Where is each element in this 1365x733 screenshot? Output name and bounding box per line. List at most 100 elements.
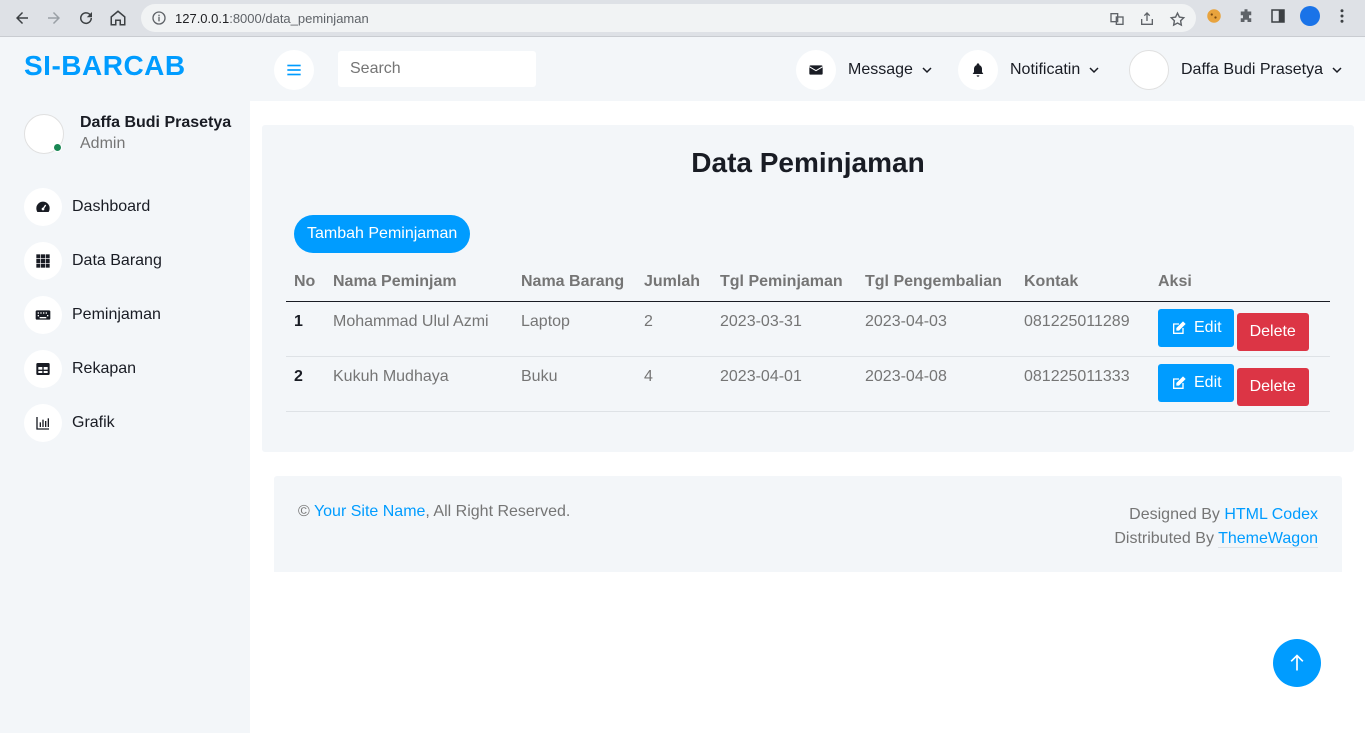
- translate-icon[interactable]: [1108, 10, 1126, 28]
- cell-aksi: Edit Delete: [1150, 301, 1330, 357]
- url-host: 127.0.0.1: [175, 10, 230, 26]
- sidebar-user: Daffa Budi Prasetya Admin: [24, 113, 231, 155]
- table-icon: [24, 350, 62, 388]
- extensions-puzzle-icon[interactable]: [1236, 6, 1256, 26]
- sidebar-item-rekapan[interactable]: Rekapan: [24, 349, 162, 389]
- url-path: :8000/data_peminjaman: [229, 10, 369, 26]
- menu-kebab-icon[interactable]: [1332, 6, 1352, 26]
- sidebar-toggle-button[interactable]: [274, 50, 314, 90]
- address-bar[interactable]: 127.0.0.1:8000/data_peminjaman: [141, 4, 1196, 32]
- avatar: [24, 114, 64, 154]
- sidebar-item-label: Rekapan: [72, 360, 137, 377]
- cell-tgl-pengembalian: 2023-04-08: [857, 356, 1016, 412]
- chevron-down-icon: [921, 64, 933, 76]
- sidebar-item-grafik[interactable]: Grafik: [24, 403, 162, 443]
- sidebar-item-label: Dashboard: [72, 198, 151, 215]
- share-icon[interactable]: [1138, 10, 1156, 28]
- table-row: 1 Mohammad Ulul Azmi Laptop 2 2023-03-31…: [286, 301, 1330, 357]
- copyright-symbol: ©: [298, 503, 310, 520]
- cookie-extension-icon[interactable]: [1204, 6, 1224, 26]
- back-to-top-button[interactable]: [1273, 639, 1321, 687]
- profile-name: Daffa Budi Prasetya: [1181, 61, 1324, 78]
- peminjaman-table: No Nama Peminjam Nama Barang Jumlah Tgl …: [286, 263, 1330, 412]
- user-name: Daffa Budi Prasetya: [80, 114, 232, 131]
- home-icon[interactable]: [102, 2, 134, 34]
- sidebar-item-dashboard[interactable]: Dashboard: [24, 187, 162, 227]
- cell-no: 1: [286, 301, 325, 357]
- cell-kontak: 081225011333: [1016, 356, 1150, 412]
- distributed-by-text: Distributed By: [1114, 530, 1214, 547]
- chevron-down-icon: [1331, 64, 1343, 76]
- footer-copyright: © Your Site Name, All Right Reserved.: [298, 503, 570, 521]
- page-title: Data Peminjaman: [691, 147, 925, 178]
- sidebar-menu: Dashboard Data Barang Peminjaman Rekapan…: [24, 187, 162, 457]
- search-input[interactable]: [338, 51, 536, 87]
- cell-jumlah: 2: [636, 301, 712, 357]
- profile-dropdown[interactable]: Daffa Budi Prasetya: [1129, 50, 1343, 90]
- rights-text: , All Right Reserved.: [425, 503, 571, 520]
- column-header: Aksi: [1150, 263, 1330, 302]
- footer-credits: Designed By HTML Codex Distributed By Th…: [1114, 503, 1318, 551]
- bell-icon: [958, 50, 998, 90]
- brand-logo[interactable]: SI-BARCAB: [24, 50, 186, 82]
- back-icon[interactable]: [6, 2, 38, 34]
- add-peminjaman-button[interactable]: Tambah Peminjaman: [294, 215, 471, 253]
- reload-icon[interactable]: [70, 2, 102, 34]
- avatar: [1129, 50, 1169, 90]
- column-header: Tgl Pengembalian: [857, 263, 1016, 302]
- chevron-down-icon: [1088, 64, 1100, 76]
- sidebar-item-data-barang[interactable]: Data Barang: [24, 241, 162, 281]
- table-header-row: No Nama Peminjam Nama Barang Jumlah Tgl …: [286, 263, 1330, 302]
- cell-kontak: 081225011289: [1016, 301, 1150, 357]
- column-header: Tgl Peminjaman: [712, 263, 857, 302]
- arrow-up-icon: [1290, 654, 1304, 671]
- site-name-link[interactable]: Your Site Name: [314, 503, 425, 520]
- notification-dropdown[interactable]: Notificatin: [958, 50, 1100, 90]
- edit-label: Edit: [1194, 373, 1222, 391]
- cell-tgl-pengembalian: 2023-04-03: [857, 301, 1016, 357]
- user-role: Admin: [80, 135, 126, 152]
- delete-button[interactable]: Delete: [1236, 312, 1309, 351]
- cell-nama-barang: Buku: [513, 356, 636, 412]
- themewagon-link[interactable]: ThemeWagon: [1218, 530, 1318, 548]
- hamburger-icon: [287, 64, 301, 76]
- edit-icon: [1173, 320, 1186, 334]
- cell-nama-peminjam: Mohammad Ulul Azmi: [325, 301, 513, 357]
- designed-by-text: Designed By: [1129, 506, 1220, 523]
- cell-jumlah: 4: [636, 356, 712, 412]
- notification-label: Notificatin: [1010, 61, 1081, 78]
- chart-bar-icon: [24, 404, 62, 442]
- cell-no: 2: [286, 356, 325, 412]
- browser-toolbar: 127.0.0.1:8000/data_peminjaman: [0, 0, 1365, 37]
- cell-aksi: Edit Delete: [1150, 356, 1330, 412]
- message-dropdown[interactable]: Message: [796, 50, 933, 90]
- html-codex-link[interactable]: HTML Codex: [1224, 506, 1318, 523]
- cell-tgl-peminjaman: 2023-04-01: [712, 356, 857, 412]
- edit-icon: [1173, 375, 1186, 389]
- table-row: 2 Kukuh Mudhaya Buku 4 2023-04-01 2023-0…: [286, 356, 1330, 412]
- edit-label: Edit: [1194, 318, 1222, 336]
- sidebar-item-peminjaman[interactable]: Peminjaman: [24, 295, 162, 335]
- profile-avatar[interactable]: [1300, 6, 1320, 26]
- column-header: Kontak: [1016, 263, 1150, 302]
- envelope-icon: [796, 50, 836, 90]
- bookmark-star-icon[interactable]: [1168, 10, 1186, 28]
- column-header: Nama Peminjam: [325, 263, 513, 302]
- tachometer-icon: [24, 188, 62, 226]
- edit-button[interactable]: Edit: [1158, 308, 1234, 347]
- keyboard-icon: [24, 296, 62, 334]
- cell-nama-barang: Laptop: [513, 301, 636, 357]
- cell-nama-peminjam: Kukuh Mudhaya: [325, 356, 513, 412]
- delete-button[interactable]: Delete: [1236, 367, 1309, 406]
- forward-icon[interactable]: [38, 2, 70, 34]
- column-header: Jumlah: [636, 263, 712, 302]
- edit-button[interactable]: Edit: [1158, 363, 1234, 402]
- data-panel: Data Peminjaman Tambah Peminjaman No Nam…: [262, 125, 1354, 452]
- column-header: No: [286, 263, 325, 302]
- side-panel-icon[interactable]: [1268, 6, 1288, 26]
- sidebar-item-label: Data Barang: [72, 252, 162, 269]
- sidebar-item-label: Peminjaman: [72, 306, 161, 323]
- grid-icon: [24, 242, 62, 280]
- site-info-icon[interactable]: [151, 10, 167, 26]
- online-indicator: [53, 143, 62, 152]
